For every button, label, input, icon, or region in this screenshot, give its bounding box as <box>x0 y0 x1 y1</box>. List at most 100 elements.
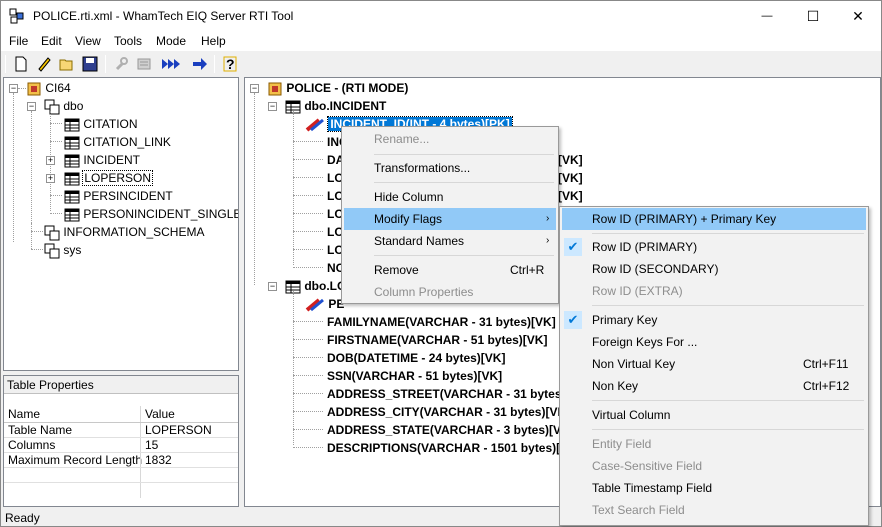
menu-item-column-properties[interactable]: Column Properties <box>344 281 556 303</box>
edit-button[interactable] <box>34 54 54 74</box>
minimize-icon: — <box>761 10 773 22</box>
collapse-toggle[interactable]: − <box>9 84 18 93</box>
menu-item-standard-names[interactable]: Standard Names › <box>344 230 556 252</box>
menu-help[interactable]: Help <box>201 34 226 48</box>
tree-node-table[interactable]: LOPERSON <box>64 169 154 187</box>
tree-node-label: PERSONINCIDENT_SINGLE <box>83 207 239 221</box>
checkmark-icon: ✔ <box>564 311 582 329</box>
new-button[interactable] <box>11 54 31 74</box>
menu-item-row-id-extra[interactable]: Row ID (EXTRA) <box>562 280 866 302</box>
schema-icon <box>44 225 60 241</box>
column-node[interactable]: ADDRESS_STREET(VARCHAR - 31 bytes)[V <box>327 385 577 403</box>
tree-node-table-incident[interactable]: dbo.INCIDENT <box>285 97 386 115</box>
column-node[interactable]: PE <box>305 295 344 313</box>
menu-item-remove[interactable]: Remove Ctrl+R <box>344 259 556 281</box>
tree-node-label: INFORMATION_SCHEMA <box>63 225 205 239</box>
property-value: LOPERSON <box>145 423 212 437</box>
menu-view[interactable]: View <box>75 34 101 48</box>
column-header-name[interactable]: Name <box>8 406 40 423</box>
tree-node-label: dbo.INCIDENT <box>304 99 387 113</box>
column-node[interactable]: ADDRESS_CITY(VARCHAR - 31 bytes)[VK] <box>327 403 570 421</box>
save-button[interactable] <box>80 54 100 74</box>
expand-toggle[interactable]: + <box>46 174 55 183</box>
column-context-menu: Rename... Transformations... Hide Column… <box>341 126 559 304</box>
table-icon <box>64 190 80 204</box>
tree-node-table[interactable]: CITATION <box>64 115 138 133</box>
table-properties-panel: Table Properties Name Value Table Name L… <box>3 375 239 507</box>
tree-node-table[interactable]: PERSONINCIDENT_SINGLE <box>64 205 239 223</box>
tree-node-table[interactable]: CITATION_LINK <box>64 133 171 151</box>
column-node-tail: [VK] <box>558 171 583 185</box>
menu-edit[interactable]: Edit <box>41 34 62 48</box>
menu-item-table-timestamp-field[interactable]: Table Timestamp Field <box>562 477 866 499</box>
menu-item-row-id-primary-plus-key[interactable]: Row ID (PRIMARY) + Primary Key <box>562 208 866 230</box>
menu-item-row-id-primary[interactable]: ✔ Row ID (PRIMARY) <box>562 236 866 258</box>
table-icon <box>64 118 80 132</box>
menu-file[interactable]: File <box>9 34 28 48</box>
property-name: Columns <box>8 438 56 452</box>
column-header-value[interactable]: Value <box>145 406 175 423</box>
tree-node-table-loperson[interactable]: dbo.LO <box>285 277 346 295</box>
go-button[interactable] <box>190 54 210 74</box>
column-node[interactable]: SSN(VARCHAR - 51 bytes)[VK] <box>327 367 502 385</box>
menu-item-virtual-column[interactable]: Virtual Column <box>562 404 866 426</box>
run-all-button[interactable] <box>161 54 181 74</box>
menu-item-foreign-keys[interactable]: Foreign Keys For ... <box>562 331 866 353</box>
open-button[interactable] <box>57 54 77 74</box>
tree-node-schema[interactable]: sys <box>44 241 81 259</box>
tree-node-label: dbo <box>63 99 84 113</box>
close-button[interactable]: ✕ <box>835 1 881 31</box>
menu-item-primary-key[interactable]: ✔ Primary Key <box>562 309 866 331</box>
menu-item-hide-column[interactable]: Hide Column <box>344 186 556 208</box>
table-icon <box>64 154 80 168</box>
menu-item-entity-field[interactable]: Entity Field <box>562 433 866 455</box>
server-icon <box>268 82 282 96</box>
help-button[interactable]: ? <box>220 54 240 74</box>
svg-text:?: ? <box>226 56 235 72</box>
table-row[interactable]: Maximum Record Length 1832 <box>4 453 238 468</box>
wrench-button[interactable] <box>111 54 131 74</box>
go-arrow-icon <box>193 58 207 70</box>
column-node[interactable]: DOB(DATETIME - 24 bytes)[VK] <box>327 349 505 367</box>
column-node[interactable]: FIRSTNAME(VARCHAR - 51 bytes)[VK] <box>327 331 547 349</box>
tree-node-label: FAMILYNAME(VARCHAR - 31 bytes)[VK] <box>327 315 556 329</box>
table-row[interactable]: Table Name LOPERSON <box>4 423 238 438</box>
menu-item-case-sensitive-field[interactable]: Case-Sensitive Field <box>562 455 866 477</box>
table-header: Name Value <box>4 406 238 423</box>
expand-toggle[interactable]: + <box>46 156 55 165</box>
collapse-toggle[interactable]: − <box>268 282 277 291</box>
menu-item-rename[interactable]: Rename... <box>344 128 556 150</box>
menu-item-non-virtual-key[interactable]: Non Virtual Key Ctrl+F11 <box>562 353 866 375</box>
menu-tools[interactable]: Tools <box>114 34 142 48</box>
menu-bar: File Edit View Tools Mode Help <box>1 31 881 51</box>
collapse-toggle[interactable]: − <box>27 102 36 111</box>
open-icon <box>59 59 73 71</box>
tree-node-server[interactable]: CI64 <box>26 79 71 97</box>
collapse-toggle[interactable]: − <box>250 84 259 93</box>
menu-item-transformations[interactable]: Transformations... <box>344 157 556 179</box>
menu-item-modify-flags[interactable]: Modify Flags › <box>344 208 556 230</box>
table-icon <box>64 136 80 150</box>
config-button[interactable] <box>134 54 154 74</box>
app-window: POLICE.rti.xml - WhamTech EIQ Server RTI… <box>0 0 882 527</box>
column-node-tail: [VK] <box>558 189 583 203</box>
tree-node-schema[interactable]: INFORMATION_SCHEMA <box>44 223 204 241</box>
menu-item-row-id-secondary[interactable]: Row ID (SECONDARY) <box>562 258 866 280</box>
collapse-toggle[interactable]: − <box>268 102 277 111</box>
column-node[interactable]: DESCRIPTIONS(VARCHAR - 1501 bytes)[VK] <box>327 439 581 457</box>
column-node[interactable]: FAMILYNAME(VARCHAR - 31 bytes)[VK] <box>327 313 556 331</box>
tree-node-table[interactable]: PERSINCIDENT <box>64 187 173 205</box>
minimize-button[interactable]: — <box>744 1 790 31</box>
menu-mode[interactable]: Mode <box>156 34 186 48</box>
table-row[interactable]: Columns 15 <box>4 438 238 453</box>
run-all-icon <box>162 59 180 69</box>
tree-node-rti-root[interactable]: POLICE - (RTI MODE) <box>267 79 408 97</box>
menu-item-text-search-field[interactable]: Text Search Field <box>562 499 866 521</box>
column-node[interactable]: ADDRESS_STATE(VARCHAR - 3 bytes)[VK] <box>327 421 574 439</box>
table-icon <box>64 172 80 186</box>
maximize-button[interactable]: ☐ <box>790 1 836 31</box>
tree-node-table[interactable]: INCIDENT <box>64 151 140 169</box>
table-icon <box>64 208 80 222</box>
menu-item-non-key[interactable]: Non Key Ctrl+F12 <box>562 375 866 397</box>
database-tree[interactable]: − CI64 − dbo CITATION CITATION_LINK + IN… <box>3 77 239 371</box>
